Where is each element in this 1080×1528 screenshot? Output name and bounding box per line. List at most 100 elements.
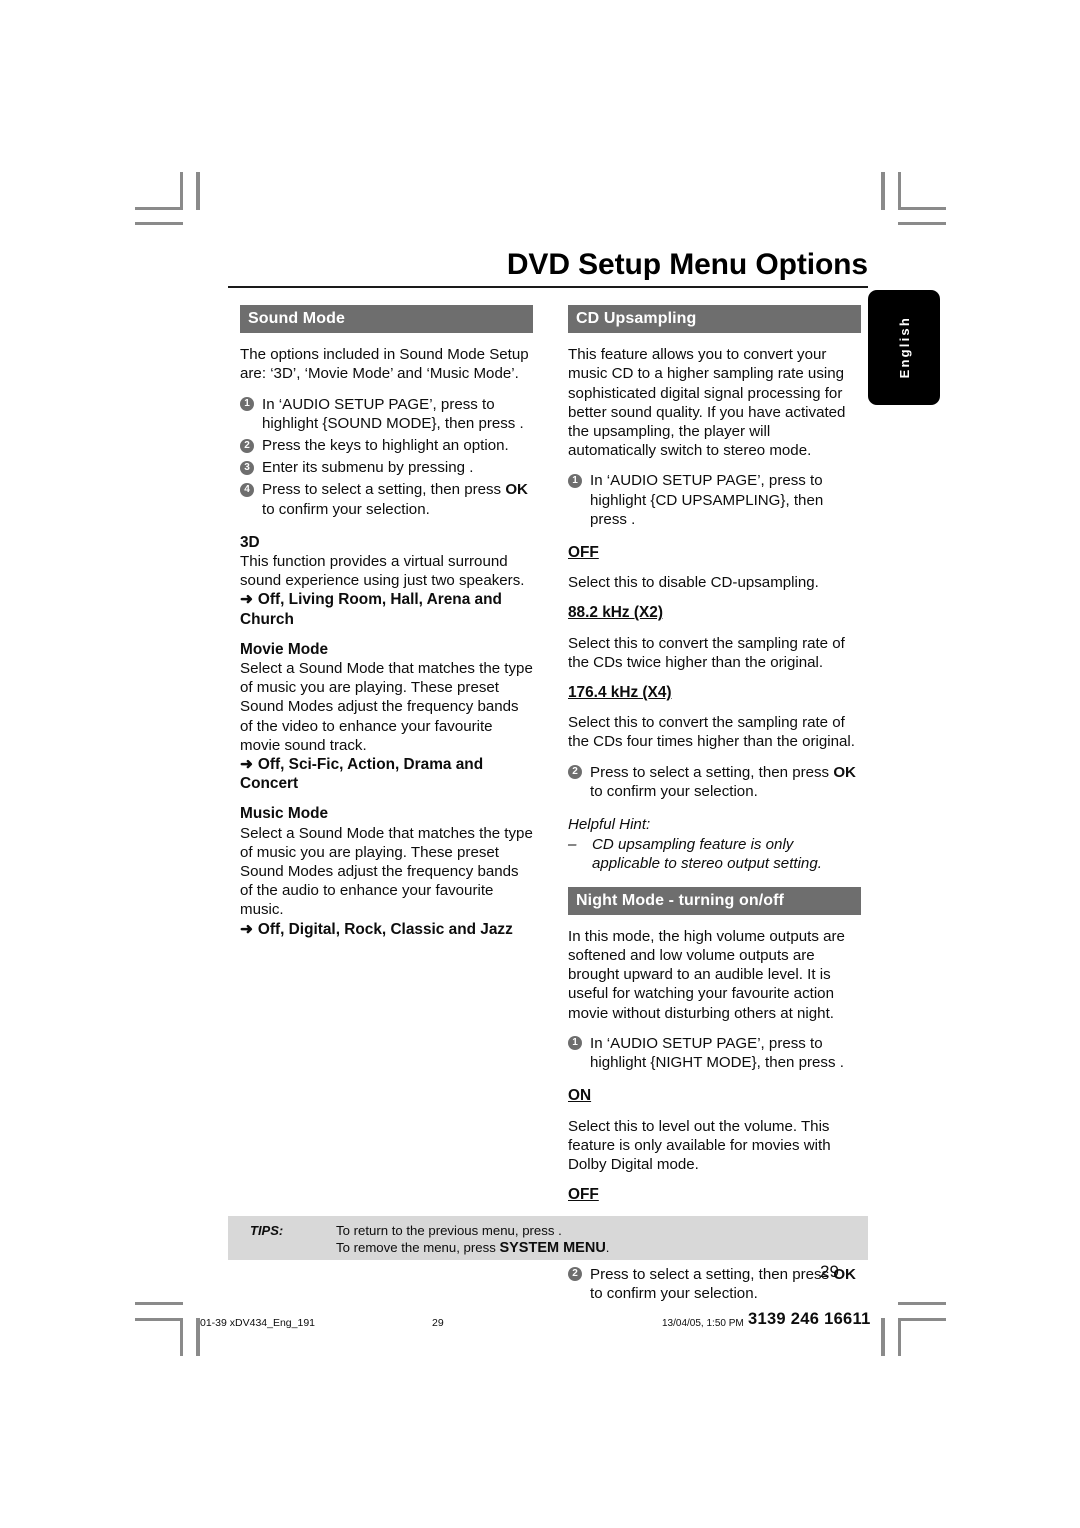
option-heading: OFF bbox=[568, 1186, 599, 1204]
arrow-bullet-icon: ➜ bbox=[240, 756, 253, 774]
print-footer-date: 13/04/05, 1:50 PM bbox=[662, 1318, 744, 1329]
option-3d: 3D This function provides a virtual surr… bbox=[240, 533, 533, 629]
registration-bar-bottom-right bbox=[881, 1318, 885, 1356]
right-column: CD Upsampling This feature allows you to… bbox=[568, 305, 861, 1317]
step-text: In ‘AUDIO SETUP PAGE’, press to highligh… bbox=[262, 395, 524, 432]
step-number-badge: 2 bbox=[240, 438, 254, 453]
step-item: 4 Press to select a setting, then press … bbox=[240, 480, 533, 518]
option-values: Off, Digital, Rock, Classic and Jazz bbox=[257, 920, 513, 938]
step-item: 2 Press the keys to highlight an option. bbox=[240, 436, 533, 455]
section-header-sound-mode: Sound Mode bbox=[240, 305, 533, 334]
night-mode-option-on: ON Select this to level out the volume. … bbox=[568, 1086, 861, 1174]
option-heading: 3D bbox=[240, 533, 260, 551]
step-item: 3 Enter its submenu by pressing . bbox=[240, 458, 533, 477]
step-text: Press the keys to highlight an option. bbox=[262, 437, 509, 455]
step-text: In ‘AUDIO SETUP PAGE’, press to highligh… bbox=[590, 472, 824, 528]
crop-mark-bottom-left-vertical bbox=[180, 1318, 183, 1356]
option-values-line: ➜ Off, Sci-Fic, Action, Drama and Concert bbox=[240, 755, 533, 793]
step-number-badge: 1 bbox=[568, 473, 582, 488]
option-heading: ON bbox=[568, 1087, 592, 1105]
page-title: DVD Setup Menu Options bbox=[506, 248, 868, 281]
option-heading-wrap: ON bbox=[568, 1086, 861, 1105]
crop-tick-bottom-right bbox=[898, 1302, 946, 1305]
option-values: Off, Living Room, Hall, Arena and Church bbox=[240, 591, 502, 628]
night-mode-steps: 1 In ‘AUDIO SETUP PAGE’, press to highli… bbox=[568, 1034, 861, 1072]
step-item: 1 In ‘AUDIO SETUP PAGE’, press to highli… bbox=[568, 1034, 861, 1072]
cd-upsampling-intro: This feature allows you to convert your … bbox=[568, 346, 846, 460]
option-heading-wrap: OFF bbox=[568, 1185, 861, 1204]
system-menu-key-label: SYSTEM MENU bbox=[499, 1240, 606, 1256]
tips-lines: To return to the previous menu, press . … bbox=[336, 1222, 609, 1257]
option-body: Select this to convert the sampling rate… bbox=[568, 714, 855, 751]
step-text: Press to select a setting, then press bbox=[590, 1265, 834, 1283]
option-music-mode: Music Mode Select a Sound Mode that matc… bbox=[240, 804, 533, 938]
ok-key-label: OK bbox=[505, 481, 528, 499]
cd-upsampling-option-off: OFF Select this to disable CD-upsampling… bbox=[568, 543, 861, 592]
crop-mark-bottom-right-vertical bbox=[898, 1318, 901, 1356]
print-footer-page: 29 bbox=[432, 1317, 444, 1329]
option-values-line: ➜ Off, Digital, Rock, Classic and Jazz bbox=[240, 920, 533, 939]
option-heading: 176.4 kHz (X4) bbox=[568, 684, 672, 702]
step-number-badge: 1 bbox=[240, 397, 254, 412]
step-text: In ‘AUDIO SETUP PAGE’, press to highligh… bbox=[590, 1034, 844, 1072]
step-text-tail: to confirm your selection. bbox=[590, 1284, 758, 1302]
crop-tick-top-right bbox=[898, 222, 946, 225]
language-tab: English bbox=[868, 290, 940, 405]
cd-upsampling-option-176: 176.4 kHz (X4) Select this to convert th… bbox=[568, 683, 861, 752]
step-text: Press to select a setting, then press bbox=[262, 481, 506, 499]
language-tab-label: English bbox=[896, 316, 912, 379]
tips-line-1: To return to the previous menu, press . bbox=[336, 1223, 562, 1238]
crop-mark-bottom-left-horizontal bbox=[135, 1318, 183, 1321]
registration-bar-top-right bbox=[881, 172, 885, 210]
tips-label: TIPS: bbox=[250, 1223, 284, 1238]
option-body: Select this to convert the sampling rate… bbox=[568, 634, 845, 671]
option-heading: Music Mode bbox=[240, 805, 329, 823]
sound-mode-intro: The options included in Sound Mode Setup… bbox=[240, 346, 529, 383]
left-column: Sound Mode The options included in Sound… bbox=[240, 305, 533, 950]
option-body: Select a Sound Mode that matches the typ… bbox=[240, 824, 533, 919]
step-text: Press to select a setting, then press bbox=[590, 763, 834, 781]
option-body: Select this to level out the volume. Thi… bbox=[568, 1117, 831, 1173]
cd-upsampling-step2: 2 Press to select a setting, then press … bbox=[568, 763, 861, 801]
option-movie-mode: Movie Mode Select a Sound Mode that matc… bbox=[240, 640, 533, 794]
option-heading-wrap: 88.2 kHz (X2) bbox=[568, 603, 861, 622]
step-item: 1 In ‘AUDIO SETUP PAGE’, press to highli… bbox=[240, 395, 533, 433]
section-header-cd-upsampling: CD Upsampling bbox=[568, 305, 861, 334]
page-number: 29 bbox=[820, 1262, 839, 1281]
option-heading: 88.2 kHz (X2) bbox=[568, 604, 663, 622]
option-heading-wrap: OFF bbox=[568, 543, 861, 562]
step-item: 2 Press to select a setting, then press … bbox=[568, 1265, 861, 1303]
crop-mark-top-right-vertical bbox=[898, 172, 901, 210]
tips-line-2-pre: To remove the menu, press bbox=[336, 1240, 500, 1255]
ok-key-label: OK bbox=[833, 763, 856, 781]
cd-upsampling-steps: 1 In ‘AUDIO SETUP PAGE’, press to highli… bbox=[568, 471, 861, 529]
crop-mark-top-right-horizontal bbox=[898, 207, 946, 210]
night-mode-intro: In this mode, the high volume outputs ar… bbox=[568, 927, 845, 1022]
night-mode-step2: 2 Press to select a setting, then press … bbox=[568, 1265, 861, 1303]
crop-tick-top-left bbox=[135, 222, 183, 225]
option-heading-wrap: 176.4 kHz (X4) bbox=[568, 683, 861, 702]
tips-line-2: To remove the menu, press SYSTEM MENU. bbox=[336, 1239, 609, 1257]
step-number-badge: 2 bbox=[568, 765, 582, 780]
print-footer-code: 3139 246 16611 bbox=[748, 1310, 871, 1328]
arrow-bullet-icon: ➜ bbox=[240, 591, 253, 609]
option-heading: Movie Mode bbox=[240, 640, 329, 658]
title-divider bbox=[228, 286, 868, 288]
step-item: 2 Press to select a setting, then press … bbox=[568, 763, 861, 801]
cd-upsampling-option-88: 88.2 kHz (X2) Select this to convert the… bbox=[568, 603, 861, 672]
crop-mark-top-left-vertical bbox=[180, 172, 183, 210]
sound-mode-steps: 1 In ‘AUDIO SETUP PAGE’, press to highli… bbox=[240, 395, 533, 519]
tips-line-2-post: . bbox=[605, 1240, 610, 1255]
option-values-line: ➜ Off, Living Room, Hall, Arena and Churc… bbox=[240, 590, 533, 628]
helpful-hint-title: Helpful Hint: bbox=[568, 816, 651, 834]
step-number-badge: 1 bbox=[568, 1036, 582, 1051]
arrow-bullet-icon: ➜ bbox=[240, 920, 253, 938]
crop-tick-bottom-left bbox=[135, 1302, 183, 1305]
registration-bar-top-left bbox=[196, 172, 200, 210]
helpful-hint-body: CD upsampling feature is only applicable… bbox=[592, 836, 822, 873]
option-body: Select this to disable CD-upsampling. bbox=[568, 574, 819, 592]
step-text: Enter its submenu by pressing . bbox=[262, 459, 474, 477]
option-body: This function provides a virtual surroun… bbox=[240, 553, 525, 590]
crop-mark-bottom-right-horizontal bbox=[898, 1318, 946, 1321]
tips-bar: TIPS: To return to the previous menu, pr… bbox=[228, 1216, 868, 1260]
